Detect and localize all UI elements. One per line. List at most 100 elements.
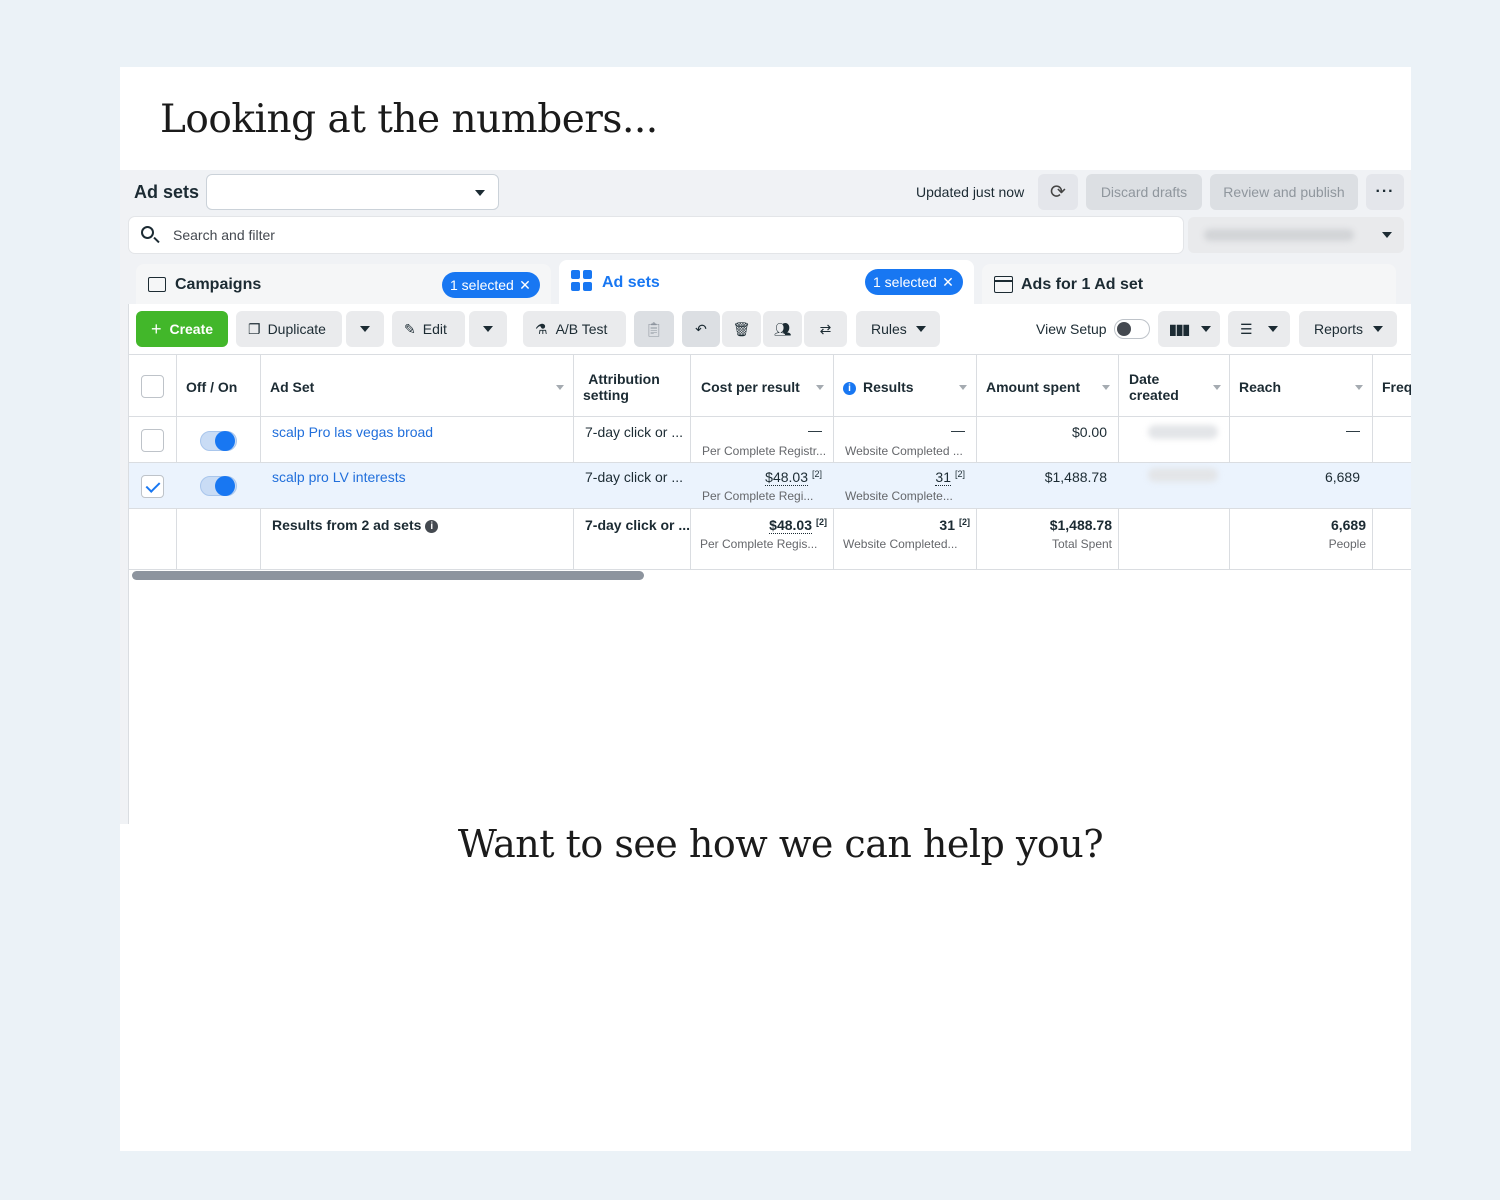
summary-cost-value[interactable]: $48.03 <box>769 517 812 534</box>
blurred-date-range <box>1204 229 1354 241</box>
undo-button[interactable]: ↶ <box>682 311 720 347</box>
results-sub-cell: Website Completed ... <box>845 444 963 458</box>
chevron-down-icon <box>360 326 370 332</box>
cost-sub-cell: Per Complete Regi... <box>702 489 814 503</box>
search-input[interactable]: Search and filter <box>173 227 275 243</box>
preview-button[interactable]: ⇄ <box>804 311 847 347</box>
tab-ad-sets-label: Ad sets <box>602 274 660 291</box>
sort-icon[interactable] <box>1355 385 1363 390</box>
breakdown-icon: ☰ <box>1240 320 1253 337</box>
info-icon[interactable]: i <box>843 382 856 395</box>
pencil-icon: ✎ <box>404 320 416 337</box>
preview-icon: ⇄ <box>819 320 832 337</box>
header-amount-spent[interactable]: Amount spent <box>986 379 1080 395</box>
results-cell: — <box>951 422 965 438</box>
delete-button[interactable]: 🗑︎ <box>722 311 761 347</box>
rules-button[interactable]: Rules <box>856 311 940 347</box>
rules-label: Rules <box>871 321 907 337</box>
header-date-created[interactable]: Date created <box>1129 371 1179 403</box>
header-reach[interactable]: Reach <box>1239 379 1281 395</box>
review-publish-button[interactable]: Review and publish <box>1210 174 1358 210</box>
edit-button[interactable]: ✎ Edit <box>392 311 465 347</box>
duplicate-dropdown-button[interactable] <box>346 311 384 347</box>
ad-set-name-link[interactable]: scalp pro LV interests <box>272 469 406 485</box>
attribution-cell: 7-day click or ... <box>585 469 684 485</box>
header-attribution-line2: setting <box>583 387 629 403</box>
summary-results: 31 [2] <box>843 517 970 533</box>
search-bar[interactable]: Search and filter <box>129 217 1183 253</box>
amount-cell: $0.00 <box>1071 424 1107 440</box>
tab-ads[interactable]: Ads for 1 Ad set <box>982 264 1396 306</box>
blurred-date-cell <box>1148 425 1218 439</box>
header-cost-per-result[interactable]: Cost per result <box>701 379 800 395</box>
ad-set-dropdown[interactable] <box>206 174 499 210</box>
refresh-button[interactable]: ⟳ <box>1038 174 1078 210</box>
info-icon[interactable]: i <box>425 520 439 533</box>
horizontal-scrollbar[interactable] <box>132 571 644 580</box>
more-options-button[interactable]: ··· <box>1366 174 1404 210</box>
ad-icon <box>994 276 1013 293</box>
chevron-down-icon <box>1373 326 1383 332</box>
ad-sets-grid-icon <box>571 270 593 292</box>
tab-ads-label: Ads for 1 Ad set <box>1021 276 1144 293</box>
reports-label: Reports <box>1314 321 1364 337</box>
ab-test-button[interactable]: ⚗ A/B Test <box>523 311 626 347</box>
select-all-checkbox[interactable] <box>141 375 164 398</box>
header-date-line1: Date <box>1129 371 1160 387</box>
table-top-border <box>128 354 1411 355</box>
header-results[interactable]: i Results <box>843 379 914 395</box>
audience-button[interactable]: 👥︎ <box>763 311 802 347</box>
results-ref: [2] <box>954 469 965 479</box>
update-status: Updated just now <box>916 184 1025 200</box>
slide-cta: Want to see how we can help you? <box>457 822 1104 866</box>
ads-manager-screenshot: Ad sets Updated just now ⟳ Discard draft… <box>120 170 1411 824</box>
clipboard-icon: 📋︎ <box>645 320 663 337</box>
summary-amount-sub: Total Spent <box>1051 537 1112 551</box>
pill-label: 1 selected <box>450 277 514 293</box>
reports-button[interactable]: Reports <box>1299 311 1397 347</box>
ad-set-name-link[interactable]: scalp Pro las vegas broad <box>272 424 433 440</box>
sort-icon[interactable] <box>1213 385 1221 390</box>
row-toggle[interactable] <box>200 431 237 451</box>
people-icon: 👥︎ <box>773 320 792 337</box>
row-toggle[interactable] <box>200 476 237 496</box>
sort-icon[interactable] <box>1102 385 1110 390</box>
sort-icon[interactable] <box>816 385 824 390</box>
ad-sets-selected-pill[interactable]: 1 selected ✕ <box>865 269 963 295</box>
clipboard-button[interactable]: 📋︎ <box>634 311 674 347</box>
header-off-on[interactable]: Off / On <box>186 379 237 395</box>
campaigns-selected-pill[interactable]: 1 selected ✕ <box>442 272 540 298</box>
columns-button[interactable]: ▮▮▮ <box>1158 311 1220 347</box>
cost-value[interactable]: $48.03 <box>765 469 808 486</box>
row-checkbox[interactable] <box>141 429 164 452</box>
slide-headline: Looking at the numbers... <box>160 97 658 142</box>
date-range-dropdown[interactable] <box>1188 217 1404 253</box>
close-icon[interactable]: ✕ <box>519 272 531 298</box>
results-cell: 31 [2] <box>843 469 965 486</box>
summary-results-ref: [2] <box>959 517 970 527</box>
row-checkbox-checked[interactable] <box>141 475 164 498</box>
header-attribution[interactable]: Attribution setting <box>583 371 665 403</box>
view-setup-label: View Setup <box>1036 321 1107 337</box>
results-sub-cell: Website Complete... <box>845 489 953 503</box>
sort-icon[interactable] <box>556 385 564 390</box>
sort-icon[interactable] <box>959 385 967 390</box>
tab-campaigns[interactable]: Campaigns 1 selected ✕ <box>136 264 551 306</box>
create-button[interactable]: + Create <box>136 311 228 347</box>
breakdown-button[interactable]: ☰ <box>1228 311 1290 347</box>
summary-bottom-border <box>128 569 1411 570</box>
row-divider <box>128 508 1411 509</box>
discard-drafts-button[interactable]: Discard drafts <box>1086 174 1202 210</box>
header-frequency[interactable]: Freq <box>1382 379 1411 395</box>
edit-dropdown-button[interactable] <box>469 311 507 347</box>
cost-cell: $48.03 [2] <box>700 469 822 486</box>
page-title: Ad sets <box>134 182 200 202</box>
header-ad-set[interactable]: Ad Set <box>270 379 314 395</box>
chevron-down-icon <box>1382 232 1392 238</box>
close-icon[interactable]: ✕ <box>942 269 954 295</box>
duplicate-button[interactable]: ❐ Duplicate <box>236 311 342 347</box>
column-divider <box>1372 354 1373 570</box>
tab-ad-sets[interactable]: Ad sets 1 selected ✕ <box>559 260 974 306</box>
view-setup-toggle[interactable] <box>1114 319 1150 339</box>
results-value[interactable]: 31 <box>935 469 951 486</box>
